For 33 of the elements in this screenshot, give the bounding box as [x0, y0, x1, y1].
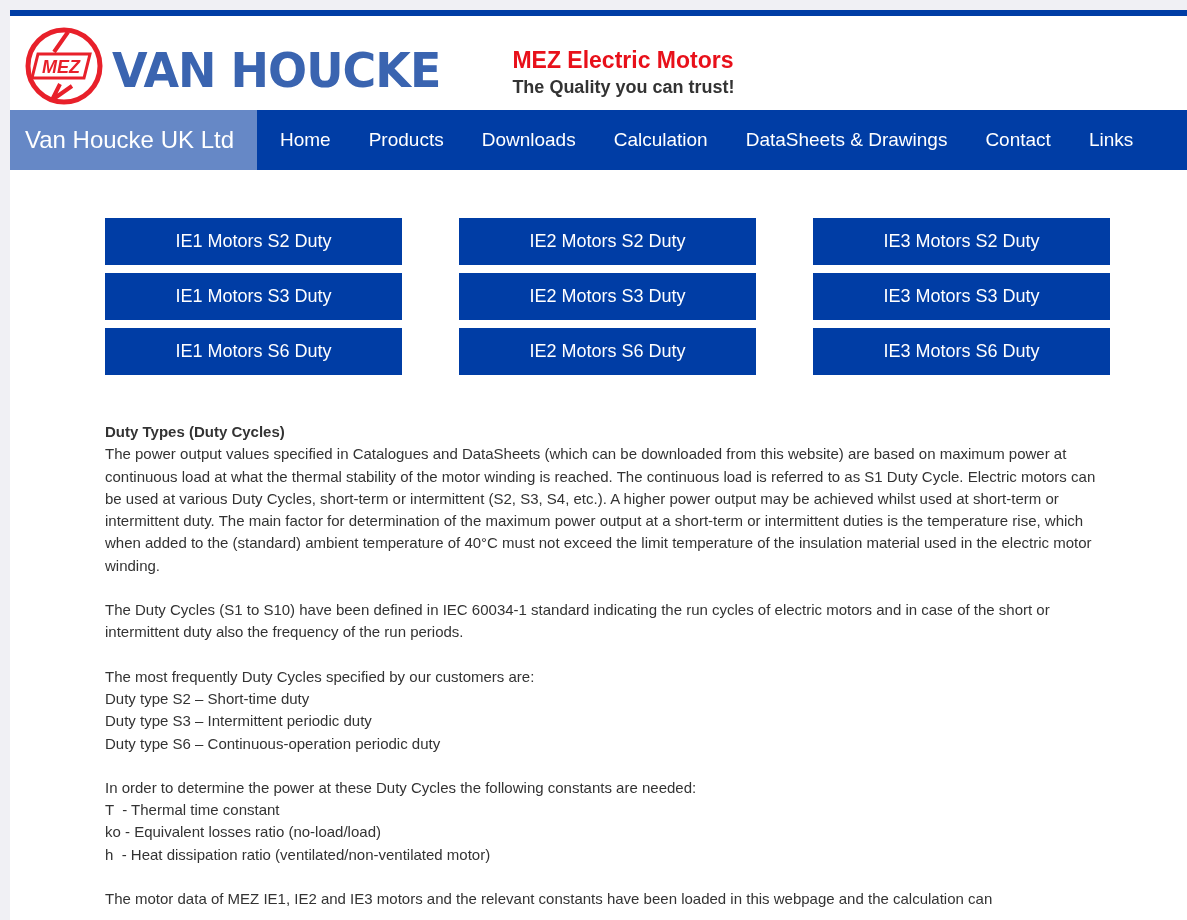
text-paragraph: h - Heat dissipation ratio (ventilated/non-ventilated motor)	[105, 844, 492, 865]
text-paragraph: The motor data of MEZ IE1, IE2 and IE3 motors and the relevant constants have been loaded in this webpage and the calculation can	[105, 889, 994, 910]
nav-link[interactable]: Links	[1069, 110, 1153, 170]
nav-link[interactable]: Downloads	[462, 110, 595, 170]
motor-duty-button[interactable]: IE1 Motors S2 Duty	[105, 218, 402, 265]
section-heading: Duty Types (Duty Cycles)	[105, 422, 286, 442]
text-paragraph: Duty type S2 – Short-time duty	[105, 688, 311, 709]
nav-link[interactable]: Contact	[966, 110, 1070, 170]
text-paragraph: The most frequently Duty Cycles specified by our customers are:	[105, 666, 536, 687]
text-paragraph: Duty type S6 – Continuous-operation periodic duty	[105, 733, 442, 754]
nav-link[interactable]: Calculation	[594, 110, 727, 170]
text-paragraph: Duty type S3 – Intermittent periodic duty	[105, 711, 373, 732]
tagline-title: MEZ Electric Motors	[512, 46, 735, 75]
motor-duty-button[interactable]: IE3 Motors S3 Duty	[813, 273, 1110, 320]
motor-duty-button[interactable]: IE1 Motors S3 Duty	[105, 273, 402, 320]
text-paragraph: In order to determine the power at these Duty Cycles the following constants are needed:	[105, 777, 698, 798]
logo-wordmark: VAN HOUCKE	[112, 45, 441, 95]
motor-duty-button[interactable]: IE2 Motors S6 Duty	[459, 328, 756, 375]
nav-link[interactable]: Home	[261, 110, 350, 170]
nav-link[interactable]: Products	[349, 110, 463, 170]
nav-link[interactable]: DataSheets & Drawings	[726, 110, 967, 170]
text-paragraph: The power output values specified in Catalogues and DataSheets (which can be downloaded from this website) are based on maximum power at continuous load at what the thermal stability of the motor winding is reached. The continuous load is referred to as S1 Duty Cycle. Electric motors can be used at various Duty Cycles, short-term or intermittent (S2, S3, S4, etc.). A higher power output may be achieved whilst used at short-term or intermittent duty. The main factor for determination of the maximum power output at a short-term or intermittent duties is the temperature rise, which when added to the (standard) ambient temperature of 40°C must not exceed the limit temperature of the insulation material used in the electric motor winding.	[105, 444, 1097, 576]
site-brand[interactable]: Van Houcke UK Ltd	[10, 110, 257, 170]
motor-duty-button[interactable]: IE2 Motors S3 Duty	[459, 273, 756, 320]
logo-text: MEZ	[42, 57, 80, 77]
motor-duty-button[interactable]: IE2 Motors S2 Duty	[459, 218, 756, 265]
text-paragraph: The Duty Cycles (S1 to S10) have been defined in IEC 60034-1 standard indicating the run cycles of electric motors and in case of the short or intermittent duty also the frequency of the run periods.	[105, 600, 1051, 643]
tagline: The Quality you can trust!	[512, 76, 735, 100]
motor-duty-button[interactable]: IE3 Motors S2 Duty	[813, 218, 1110, 265]
text-paragraph: T - Thermal time constant	[105, 800, 281, 821]
motor-duty-button[interactable]: IE3 Motors S6 Duty	[813, 328, 1110, 375]
text-paragraph: ko - Equivalent losses ratio (no-load/load)	[105, 822, 382, 843]
motor-duty-button[interactable]: IE1 Motors S6 Duty	[105, 328, 402, 375]
